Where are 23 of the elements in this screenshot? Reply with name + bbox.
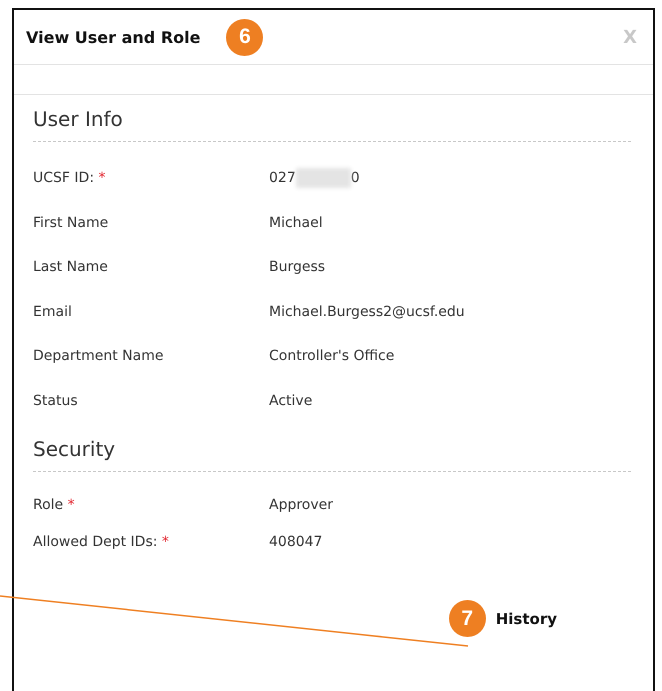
callout-badge: 6 (226, 18, 264, 56)
section-heading: Security (33, 436, 116, 463)
dialog-title: View User and Role (26, 28, 200, 46)
field-value: Active (269, 392, 312, 409)
field-value: Michael (269, 214, 323, 231)
field-value: 0 (350, 170, 360, 186)
field-label: Last Name (33, 259, 109, 276)
field-value: Approver (269, 496, 334, 512)
field-label: Role * (33, 496, 76, 512)
callout-badge: 7 (448, 600, 486, 637)
field-label: Department Name (33, 348, 164, 364)
field-value: 027 (269, 170, 296, 186)
field-value: Michael.Burgess2@ucsf.edu (269, 304, 465, 320)
field-label: Allowed Dept IDs: * (33, 534, 170, 550)
history-link[interactable]: History (496, 610, 557, 628)
field-label: First Name (33, 214, 110, 231)
field-label: UCSF ID: * (33, 170, 106, 186)
field-value: 408047 (269, 534, 322, 550)
section-heading: User Info (33, 106, 124, 133)
field-value: Burgess (269, 259, 326, 276)
field-label: Email (33, 304, 73, 320)
field-label: Status (33, 392, 79, 409)
field-value: Controller's Office (269, 348, 394, 364)
